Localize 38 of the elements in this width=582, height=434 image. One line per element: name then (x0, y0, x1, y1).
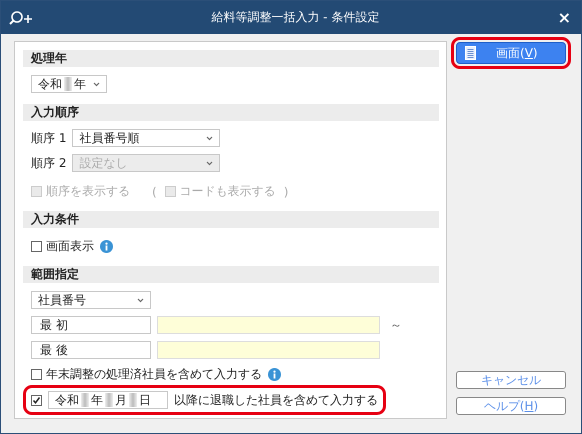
redaction-mark (129, 393, 137, 407)
dropdown[interactable]: 社員番号順 (72, 129, 220, 147)
bracket-text: ) (284, 184, 288, 198)
order-label: 順序 2 (31, 154, 66, 172)
date-field[interactable]: 令和 年 月 日 (48, 391, 168, 409)
section-heading: 範囲指定 (23, 266, 439, 283)
checkbox-label: 年末調整の処理済社員を含めて入力する (46, 366, 262, 383)
redaction-mark (64, 77, 72, 91)
section-heading: 入力順序 (23, 104, 439, 121)
caret-icon (206, 136, 214, 140)
document-icon (465, 46, 476, 60)
order-label: 順序 1 (31, 130, 66, 146)
dropdown[interactable]: 令和 年 (31, 75, 107, 93)
caret-icon (93, 82, 100, 86)
checkbox[interactable] (31, 394, 42, 406)
bracket-text: ( (152, 184, 157, 198)
search-plus-icon (9, 10, 33, 26)
input-field[interactable] (157, 316, 380, 334)
check-icon (32, 396, 41, 404)
section-heading: 入力条件 (23, 211, 439, 228)
checkbox[interactable] (31, 369, 42, 380)
window-title: 給料等調整一括入力 - 条件設定 (210, 9, 380, 26)
tilde-text: ～ (390, 316, 402, 334)
bound-label: 最 初 (31, 316, 151, 334)
redaction-mark (81, 393, 89, 407)
redaction-mark (105, 393, 113, 407)
checkbox-label: 順序を表示する (46, 183, 130, 200)
checkbox-label: 画面表示 (46, 238, 94, 255)
checkbox-label: コードも表示する (180, 183, 276, 200)
caret-icon (206, 160, 214, 166)
section-heading: 処理年 (23, 50, 439, 67)
caret-icon (137, 298, 144, 302)
input-field[interactable] (157, 341, 380, 359)
dropdown[interactable]: 社員番号 (31, 291, 151, 309)
checkbox[interactable] (31, 241, 42, 252)
bound-label: 最 後 (31, 341, 151, 359)
option-label: 以降に退職した社員を含めて入力する (174, 392, 378, 408)
close-button[interactable]: × (558, 8, 571, 27)
